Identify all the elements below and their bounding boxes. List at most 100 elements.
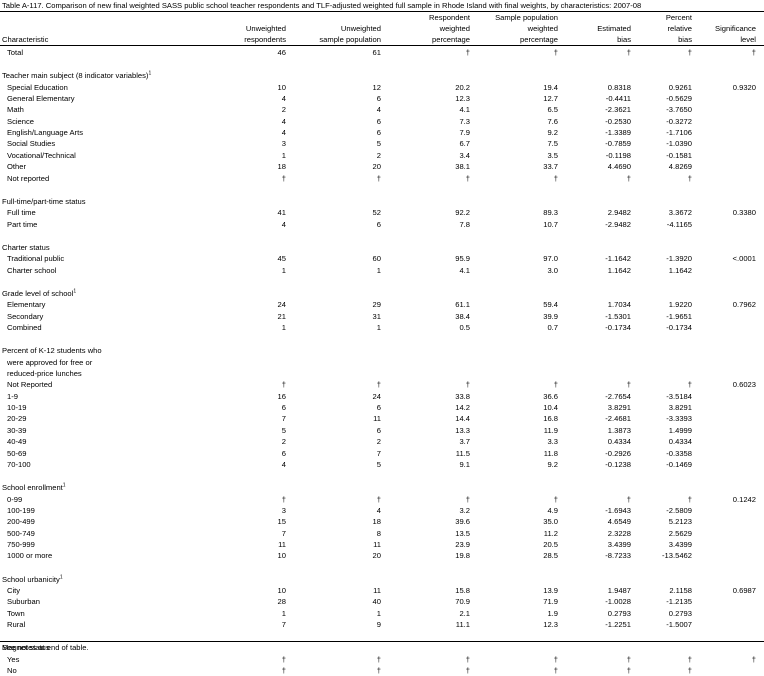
cell-sl: 0.6023 — [732, 380, 756, 390]
footnote-marker: 1 — [148, 70, 152, 77]
row-label: reduced-price lunches — [7, 369, 82, 379]
cell-ur: 4 — [281, 128, 286, 138]
row-label: Other — [7, 162, 26, 172]
table-row: Charter school 1 1 4.1 3.0 1.1642 1.1642 — [0, 265, 764, 276]
cell-ur: † — [281, 380, 286, 390]
row-label: English/Language Arts — [7, 128, 83, 138]
cell-prb: † — [687, 173, 692, 183]
cell-usp: † — [376, 666, 381, 676]
cell-rwp: † — [465, 48, 470, 57]
cell-ur: 10 — [277, 82, 286, 92]
cell-usp: 1 — [376, 265, 381, 275]
cell-rwp: 3.7 — [459, 437, 470, 447]
table-row: Traditional public 45 60 95.9 97.0 -1.1642 -1.… — [0, 253, 764, 264]
cell-rwp: 0.5 — [459, 323, 470, 332]
cell-sl: 0.6987 — [732, 586, 756, 595]
row-label: 20-29 — [7, 414, 27, 424]
cell-prb: 2.1158 — [669, 586, 692, 595]
cell-usp: 7 — [376, 448, 381, 458]
cell-usp: † — [376, 380, 381, 390]
cell-ur: 3 — [281, 505, 286, 515]
header-rule — [0, 45, 764, 46]
cell-eb: † — [626, 48, 631, 57]
cell-prb: 1.1642 — [668, 265, 692, 275]
cell-rwp: 12.3 — [455, 94, 470, 104]
cell-ur: 21 — [277, 311, 286, 321]
column-header-line: percentage — [432, 35, 470, 44]
row-label: 100-199 — [7, 505, 35, 515]
row-label: 40-49 — [7, 437, 27, 447]
cell-ur: 18 — [277, 162, 286, 172]
footnote-marker: 1 — [59, 574, 63, 581]
row-label: 50-69 — [7, 448, 27, 458]
table-row: Science 4 6 7.3 7.6 -0.2530 -0.3272 — [0, 116, 764, 127]
cell-eb: † — [626, 380, 631, 390]
cell-usp: 1 — [376, 608, 381, 618]
table-row: Part time 4 6 7.8 10.7 -2.9482 -4.1165 — [0, 219, 764, 230]
cell-usp: 60 — [372, 254, 381, 264]
row-label: Suburban — [7, 597, 40, 607]
cell-spwp: 28.5 — [543, 551, 558, 561]
cell-rwp: 11.5 — [455, 448, 470, 458]
cell-prb: -3.5184 — [666, 391, 692, 401]
table-row: Town 1 1 2.1 1.9 0.2793 0.2793 — [0, 608, 764, 619]
table-row: Special Education 10 12 20.2 19.4 0.8318 0.926… — [0, 82, 764, 93]
cell-eb: 1.1642 — [607, 265, 631, 275]
column-header-usp: Unweighted sample population — [319, 23, 381, 45]
cell-eb: -1.6943 — [605, 505, 631, 515]
cell-rwp: 92.2 — [455, 208, 470, 218]
row-label: Part time — [7, 219, 38, 229]
cell-rwp: 4.1 — [459, 105, 470, 115]
table-row: Full time 41 52 92.2 89.3 2.9482 3.3672 0.3380 — [0, 207, 764, 218]
cell-spwp: 4.9 — [547, 505, 558, 515]
cell-spwp: 3.5 — [547, 150, 558, 160]
cell-ur: 2 — [281, 437, 286, 447]
cell-usp: 11 — [373, 414, 381, 424]
column-header-line: relative — [667, 24, 692, 33]
cell-usp: 6 — [376, 128, 381, 138]
footnote: See notes at end of table. — [2, 643, 89, 652]
cell-ur: 1 — [281, 150, 286, 160]
cell-ur: 7 — [281, 414, 286, 424]
table-row: 1-9 16 24 33.8 36.6 -2.7654 -3.5184 — [0, 391, 764, 402]
cell-prb: 0.9261 — [668, 82, 692, 92]
cell-spwp: † — [553, 48, 558, 57]
cell-sl: 0.9320 — [732, 82, 756, 92]
cell-ur: † — [281, 654, 286, 664]
cell-prb: -0.5629 — [666, 94, 692, 104]
cell-spwp: † — [553, 173, 558, 183]
column-header-line: Unweighted — [340, 24, 381, 33]
cell-usp: † — [376, 173, 381, 183]
table-row: Total 46 61 † † † † † — [0, 47, 764, 58]
row-label: Teacher main subject (8 indicator variab… — [2, 70, 152, 81]
cell-spwp: 59.4 — [543, 300, 558, 310]
column-header-line: Unweighted — [245, 24, 286, 33]
column-header-line: Estimated — [597, 24, 631, 33]
column-header-ur: Unweighted respondents — [244, 23, 286, 45]
cell-ur: † — [281, 494, 286, 504]
cell-sl: † — [751, 48, 756, 57]
cell-spwp: 11.8 — [543, 448, 558, 458]
table-row: No † † † † † † — [0, 665, 764, 676]
cell-prb: 3.3672 — [668, 208, 692, 218]
cell-ur: 1 — [281, 265, 286, 275]
cell-usp: 5 — [376, 139, 381, 149]
cell-spwp: 97.0 — [543, 254, 558, 264]
cell-eb: -0.4411 — [605, 94, 631, 104]
cell-prb: 2.5629 — [668, 528, 692, 538]
column-header-sl: Significance level — [715, 23, 756, 45]
cell-usp: 4 — [376, 105, 381, 115]
column-header-line: bias — [678, 35, 692, 44]
table-row: 200-499 15 18 39.6 35.0 4.6549 5.2123 — [0, 516, 764, 527]
row-label: 30-39 — [7, 425, 27, 435]
cell-rwp: 13.5 — [455, 528, 470, 538]
cell-eb: 0.2793 — [607, 608, 631, 618]
cell-usp: 20 — [372, 162, 381, 172]
table-row: 0-99 † † † † † † 0.1242 — [0, 494, 764, 505]
cell-rwp: 15.8 — [455, 586, 470, 595]
cell-spwp: 10.4 — [543, 403, 558, 413]
cell-spwp: 12.3 — [543, 620, 558, 630]
cell-prb: -1.2135 — [666, 597, 692, 607]
cell-usp: 18 — [372, 517, 381, 527]
cell-prb: -13.5462 — [662, 551, 692, 561]
